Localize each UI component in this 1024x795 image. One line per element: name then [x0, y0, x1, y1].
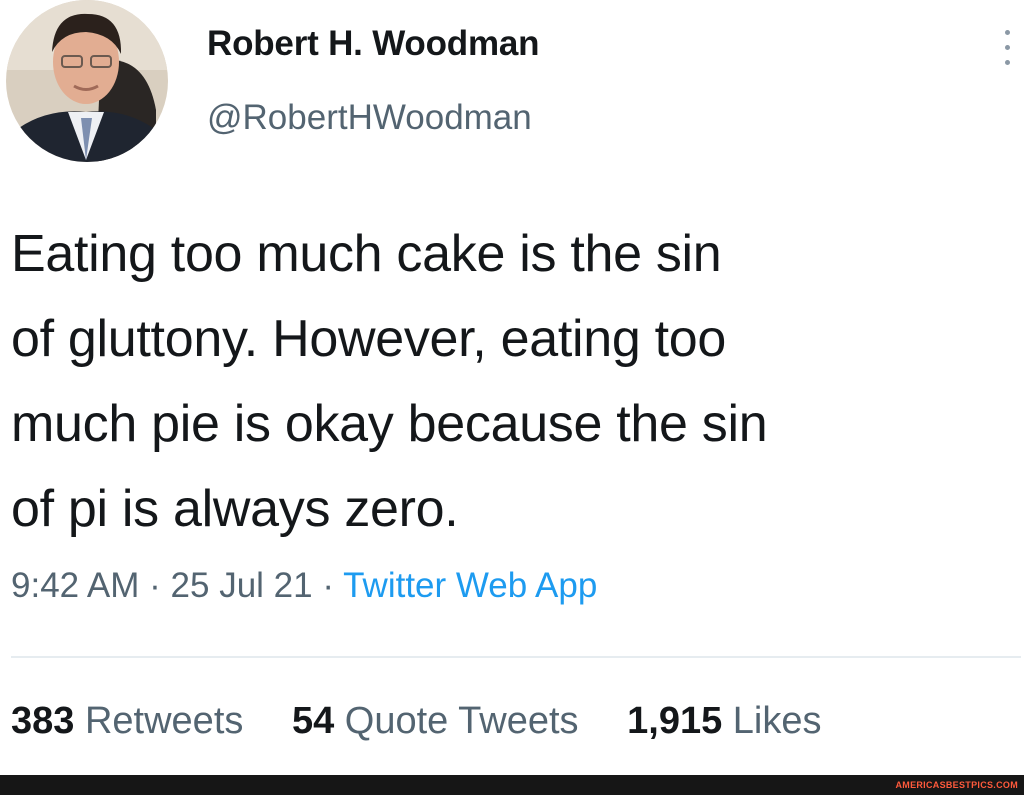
- display-name[interactable]: Robert H. Woodman: [207, 24, 540, 64]
- vertical-ellipsis-icon: [1005, 45, 1010, 50]
- footer-bar: AMERICASBESTPICS.COM: [0, 775, 1024, 795]
- divider: [11, 656, 1021, 658]
- retweets-count: 383: [11, 700, 75, 742]
- tweet-date[interactable]: 25 Jul 21: [171, 566, 313, 605]
- tweet-text-line: of gluttony. However, eating too: [11, 310, 726, 368]
- tweet-text-line: Eating too much cake is the sin: [11, 225, 722, 283]
- more-options-button[interactable]: [992, 26, 1022, 70]
- tweet-text: Eating too much cake is the sin of glutt…: [11, 212, 1011, 552]
- user-handle[interactable]: @RobertHWoodman: [207, 98, 532, 138]
- retweets-stat[interactable]: 383 Retweets: [11, 700, 243, 743]
- retweets-label: Retweets: [84, 700, 244, 742]
- engagement-stats: 383 Retweets 54 Quote Tweets 1,915 Likes: [11, 700, 860, 743]
- tweet-time[interactable]: 9:42 AM: [11, 566, 139, 605]
- likes-stat[interactable]: 1,915 Likes: [627, 700, 821, 743]
- tweet-source-link[interactable]: Twitter Web App: [343, 566, 597, 605]
- watermark: AMERICASBESTPICS.COM: [895, 780, 1018, 790]
- avatar[interactable]: [6, 0, 168, 162]
- tweet-metadata: 9:42 AM · 25 Jul 21 · Twitter Web App: [11, 566, 597, 606]
- vertical-ellipsis-icon: [1005, 60, 1010, 65]
- tweet-text-line: much pie is okay because the sin: [11, 395, 768, 453]
- quote-tweets-count: 54: [291, 700, 335, 742]
- tweet-text-line: of pi is always zero.: [11, 480, 459, 538]
- quote-tweets-stat[interactable]: 54 Quote Tweets: [292, 700, 579, 743]
- tweet-card: Robert H. Woodman @RobertHWoodman Eating…: [0, 0, 1024, 775]
- meta-separator: ·: [322, 566, 334, 605]
- vertical-ellipsis-icon: [1005, 30, 1010, 35]
- meta-separator: ·: [149, 566, 161, 605]
- likes-label: Likes: [732, 700, 822, 742]
- likes-count: 1,915: [627, 700, 723, 742]
- quote-tweets-label: Quote Tweets: [344, 700, 579, 742]
- avatar-photo-icon: [6, 0, 168, 162]
